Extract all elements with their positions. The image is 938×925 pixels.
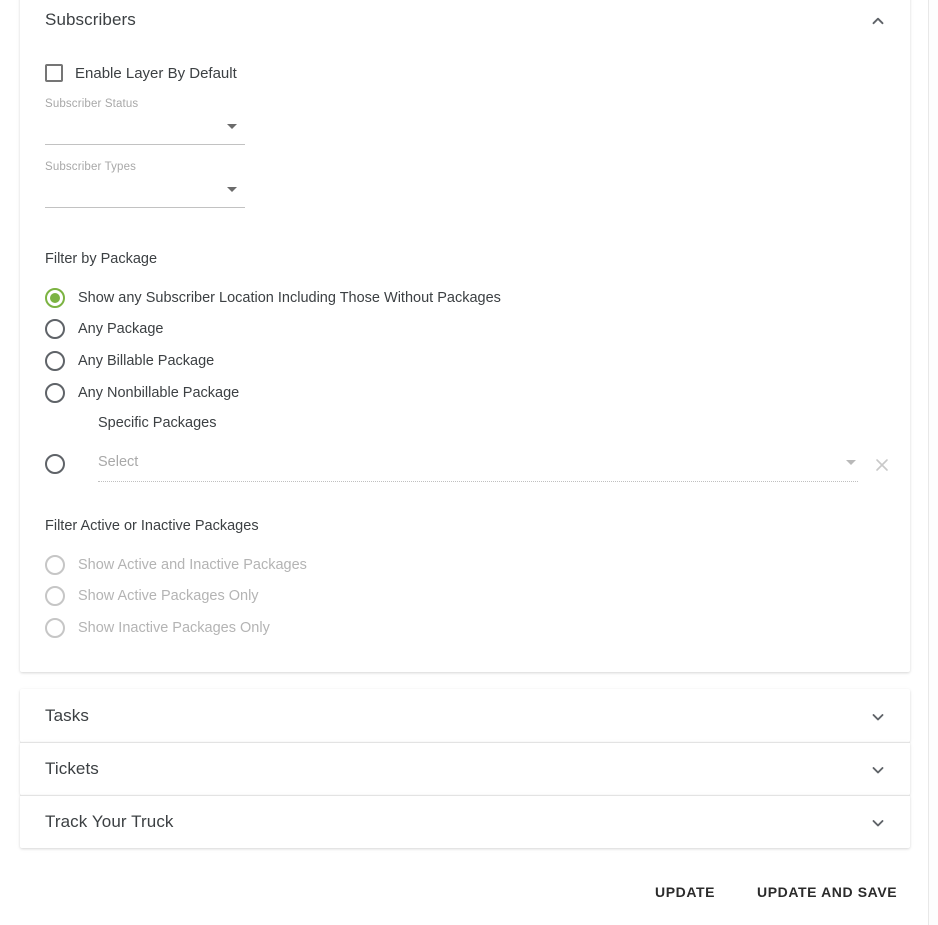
subscriber-types-field[interactable]: Subscriber Types: [45, 161, 245, 208]
radio-button-icon[interactable]: [45, 319, 65, 339]
specific-packages-select[interactable]: Select: [98, 452, 858, 482]
update-button[interactable]: UPDATE: [639, 872, 731, 912]
tickets-panel-title: Tickets: [45, 758, 99, 778]
scroll-edge: [928, 0, 929, 925]
chevron-down-icon[interactable]: [870, 815, 886, 831]
tickets-panel-header[interactable]: Tickets: [20, 742, 910, 795]
chevron-up-icon[interactable]: [870, 13, 886, 29]
radio-any-package[interactable]: Any Package: [45, 317, 163, 341]
radio-button-icon[interactable]: [45, 454, 65, 474]
radio-label: Show Active Packages Only: [78, 588, 259, 604]
radio-show-any-subscriber-location[interactable]: Show any Subscriber Location Including T…: [45, 286, 501, 310]
radio-button-icon[interactable]: [45, 288, 65, 308]
radio-button-icon[interactable]: [45, 351, 65, 371]
tasks-panel-title: Tasks: [45, 705, 89, 725]
subscribers-panel-header[interactable]: Subscribers: [20, 0, 910, 46]
filter-by-package-label: Filter by Package: [45, 251, 158, 267]
radio-show-active-and-inactive-packages[interactable]: Show Active and Inactive Packages: [45, 553, 307, 577]
tasks-panel-header[interactable]: Tasks: [20, 689, 910, 742]
radio-label: Any Package: [78, 321, 164, 337]
specific-packages-row[interactable]: Select: [45, 444, 890, 484]
track-your-truck-panel-header[interactable]: Track Your Truck: [20, 795, 910, 848]
track-your-truck-panel-title: Track Your Truck: [45, 811, 174, 831]
subscriber-types-label: Subscriber Types: [45, 161, 137, 173]
radio-label: Show Inactive Packages Only: [78, 620, 270, 636]
settings-layer-configuration-page: Subscribers Enable Layer By Default Subs…: [0, 0, 938, 925]
subscriber-status-label: Subscriber Status: [45, 98, 139, 110]
subscribers-panel-card: Subscribers Enable Layer By Default Subs…: [20, 0, 910, 672]
track-your-truck-panel-card[interactable]: Track Your Truck: [20, 795, 910, 848]
radio-label: Any Nonbillable Package: [78, 385, 240, 401]
chevron-down-icon[interactable]: [870, 709, 886, 725]
dropdown-arrow-icon[interactable]: [227, 124, 237, 129]
radio-show-active-packages-only[interactable]: Show Active Packages Only: [45, 584, 259, 608]
dropdown-arrow-icon[interactable]: [227, 187, 237, 192]
radio-button-icon[interactable]: [45, 383, 65, 403]
page-title: Subscribers: [45, 10, 136, 29]
radio-label: Show Active and Inactive Packages: [78, 557, 307, 573]
radio-any-nonbillable-package[interactable]: Any Nonbillable Package: [45, 381, 239, 405]
radio-show-inactive-packages-only[interactable]: Show Inactive Packages Only: [45, 616, 270, 640]
subscriber-status-field[interactable]: Subscriber Status: [45, 98, 245, 145]
tickets-panel-card[interactable]: Tickets: [20, 742, 910, 795]
dropdown-arrow-icon[interactable]: [846, 460, 856, 465]
chevron-down-icon[interactable]: [870, 762, 886, 778]
radio-button-icon: [45, 555, 65, 575]
subscriber-status-select[interactable]: [45, 119, 245, 145]
filter-active-inactive-label: Filter Active or Inactive Packages: [45, 518, 259, 534]
page-content: Subscribers Enable Layer By Default Subs…: [0, 0, 928, 925]
update-and-save-button[interactable]: UPDATE AND SAVE: [741, 872, 913, 912]
radio-label: Any Billable Package: [78, 353, 215, 369]
radio-button-icon: [45, 586, 65, 606]
radio-button-icon: [45, 618, 65, 638]
enable-layer-by-default-checkbox[interactable]: Enable Layer By Default: [45, 64, 237, 82]
close-icon[interactable]: [873, 456, 891, 474]
specific-packages-placeholder: Select: [98, 454, 139, 470]
radio-any-billable-package[interactable]: Any Billable Package: [45, 349, 214, 373]
form-actions: UPDATE UPDATE AND SAVE: [0, 872, 928, 916]
radio-label: Show any Subscriber Location Including T…: [78, 290, 501, 306]
specific-packages-label: Specific Packages: [98, 415, 217, 431]
tasks-panel-card[interactable]: Tasks: [20, 689, 910, 742]
checkbox-box-icon[interactable]: [45, 64, 63, 82]
subscriber-types-select[interactable]: [45, 182, 245, 208]
enable-layer-by-default-label: Enable Layer By Default: [75, 64, 237, 82]
